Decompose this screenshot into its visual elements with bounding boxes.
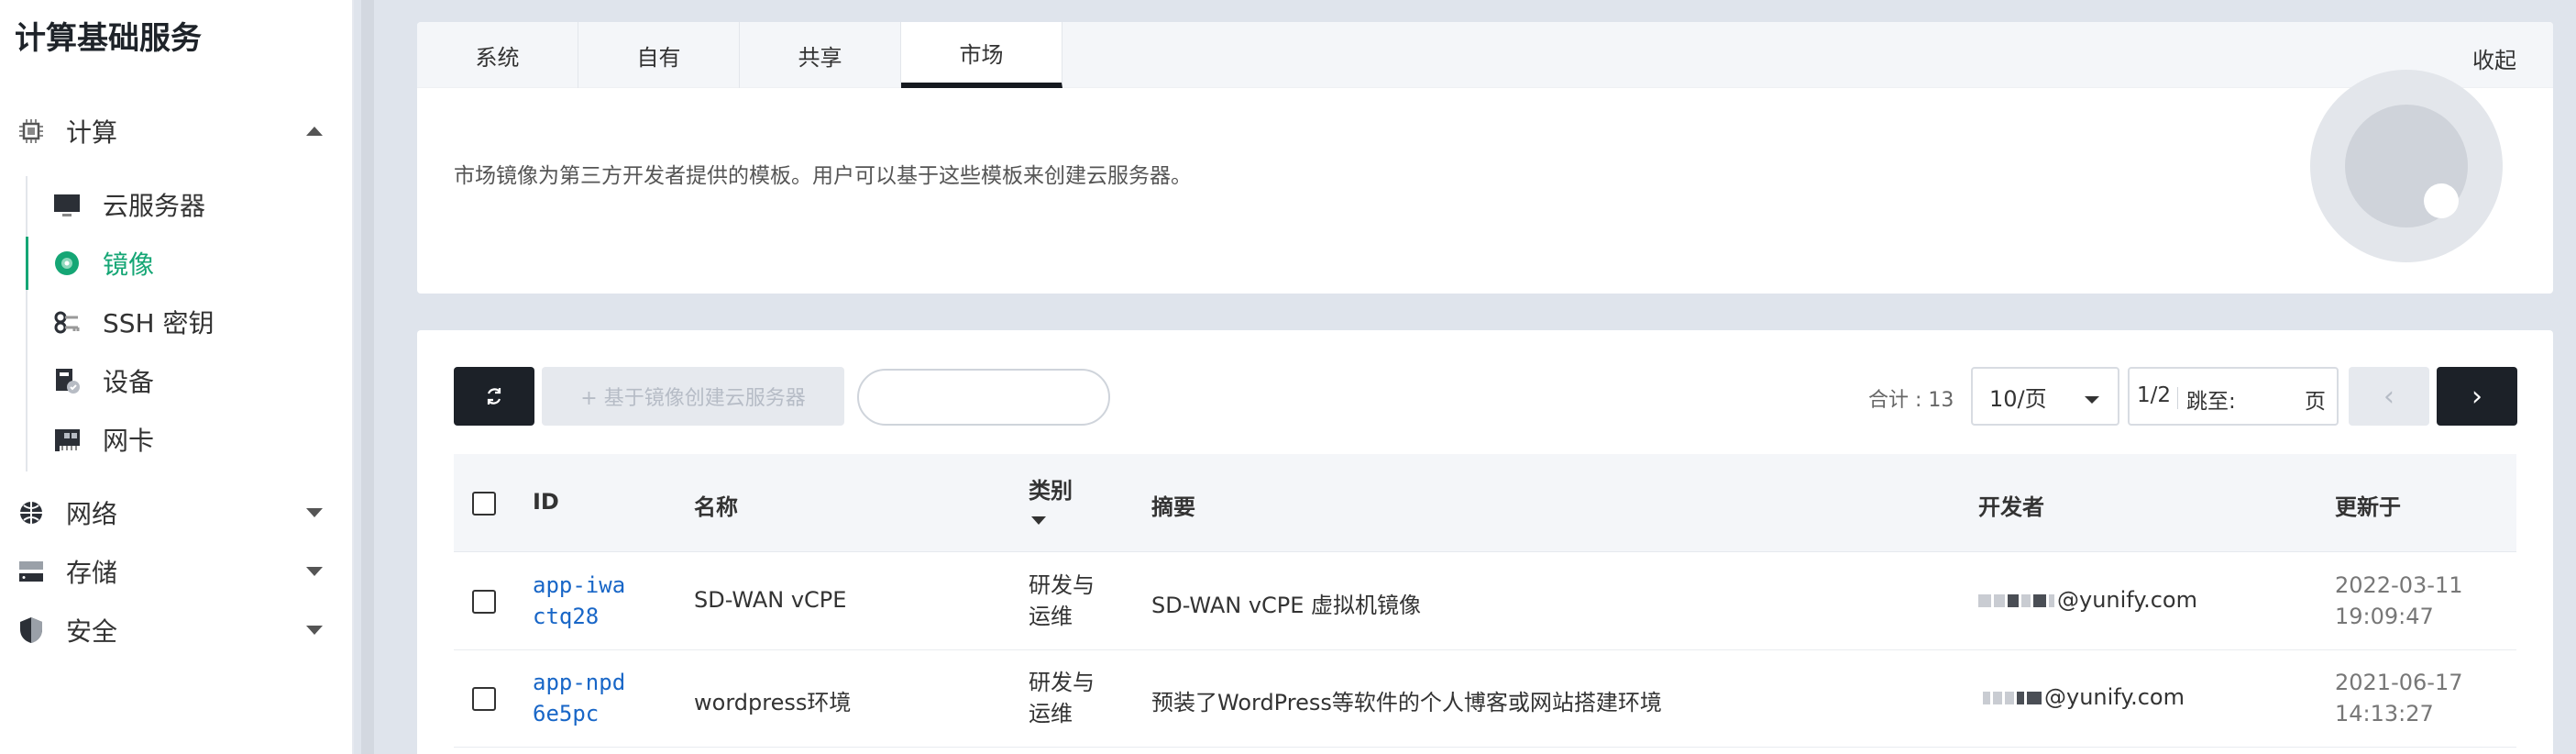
image-name: SD-WAN vCPE bbox=[694, 587, 847, 613]
prev-page-button[interactable]: ‹ bbox=[2349, 367, 2429, 426]
row-checkbox[interactable] bbox=[472, 687, 496, 711]
subnav-line bbox=[26, 176, 28, 471]
nav-group-label: 安全 bbox=[66, 616, 118, 647]
chip-icon bbox=[19, 119, 43, 143]
developer-email: @yunify.com bbox=[1983, 684, 2185, 710]
image-list-card: + 基于镜像创建云服务器 合计 : 13 10/页 1/2 跳至: 页 ‹ › … bbox=[417, 330, 2553, 754]
search-input[interactable] bbox=[857, 369, 1110, 426]
chevron-down-icon bbox=[306, 508, 323, 517]
header-category[interactable]: 类别 bbox=[1029, 472, 1073, 505]
header-name[interactable]: 名称 bbox=[694, 489, 738, 521]
developer-email: @yunify.com bbox=[1978, 587, 2197, 613]
image-id-link[interactable]: app-iwa ctq28 bbox=[533, 570, 625, 632]
nav-group-label: 存储 bbox=[66, 558, 118, 588]
disc-illustration-icon bbox=[2310, 70, 2503, 262]
tab-description: 市场镜像为第三方开发者提供的模板。用户可以基于这些模板来创建云服务器。 bbox=[454, 164, 1192, 188]
page-size-value: 10/页 bbox=[1989, 385, 2047, 412]
toolbar: + 基于镜像创建云服务器 合计 : 13 10/页 1/2 跳至: 页 ‹ › bbox=[454, 367, 2517, 427]
header-id[interactable]: ID bbox=[533, 489, 559, 515]
image-category: 研发与 运维 bbox=[1029, 670, 1095, 726]
device-icon bbox=[56, 369, 80, 394]
chevron-down-icon bbox=[2085, 396, 2099, 404]
updated-time: 2021-06-17 14:13:27 bbox=[2335, 670, 2463, 726]
sidebar-item-label: 云服务器 bbox=[103, 191, 206, 221]
subnav-active-indicator bbox=[26, 237, 28, 290]
select-all-checkbox[interactable] bbox=[472, 492, 496, 516]
table-row[interactable]: app-npd 6e5pc wordpress环境 研发与 运维 预装了Word… bbox=[454, 650, 2516, 748]
table-row[interactable]: app-iwa ctq28 SD-WAN vCPE 研发与 运维 SD-WAN … bbox=[454, 553, 2516, 650]
collapse-link[interactable]: 收起 bbox=[2472, 42, 2516, 74]
sidebar-item-label: 网卡 bbox=[103, 426, 155, 456]
sidebar-item-ssh-keys[interactable]: SSH 密钥 bbox=[51, 295, 345, 349]
nav-group-compute[interactable]: 计算 bbox=[0, 105, 354, 158]
jump-label: 跳至: bbox=[2186, 390, 2236, 414]
image-category: 研发与 运维 bbox=[1029, 572, 1095, 629]
header-summary: 摘要 bbox=[1151, 494, 1195, 520]
refresh-button[interactable] bbox=[454, 367, 534, 426]
network-card-icon bbox=[55, 429, 80, 451]
total-count: 合计 : 13 bbox=[1868, 389, 1954, 412]
chevron-down-icon bbox=[306, 567, 323, 576]
nav-group-network[interactable]: 网络 bbox=[0, 486, 354, 539]
chevron-up-icon bbox=[306, 127, 323, 136]
key-icon bbox=[54, 311, 80, 334]
sort-down-icon[interactable] bbox=[1031, 516, 1046, 525]
nav-group-storage[interactable]: 存储 bbox=[0, 545, 354, 598]
shield-icon bbox=[20, 617, 42, 643]
monitor-icon bbox=[54, 194, 80, 216]
next-page-button[interactable]: › bbox=[2437, 367, 2517, 426]
sidebar-item-nics[interactable]: 网卡 bbox=[51, 413, 345, 466]
page-indicator: 1/2 bbox=[2137, 383, 2172, 407]
nav-group-security[interactable]: 安全 bbox=[0, 604, 354, 657]
create-instance-button[interactable]: + 基于镜像创建云服务器 bbox=[542, 367, 844, 426]
image-name: wordpress环境 bbox=[694, 690, 852, 715]
image-summary: SD-WAN vCPE 虚拟机镜像 bbox=[1151, 593, 1422, 618]
nav-group-label: 计算 bbox=[66, 117, 118, 148]
header-developer: 开发者 bbox=[1978, 494, 2044, 520]
tab-self[interactable]: 自有 bbox=[578, 22, 740, 88]
image-type-card: 系统 自有 共享 市场 收起 市场镜像为第三方开发者提供的模板。用户可以基于这些… bbox=[417, 22, 2553, 294]
sidebar-title: 计算基础服务 bbox=[15, 20, 202, 57]
sidebar-item-label: SSH 密钥 bbox=[103, 308, 215, 338]
image-id-link[interactable]: app-npd 6e5pc bbox=[533, 667, 625, 729]
page-jump[interactable]: 1/2 跳至: 页 bbox=[2128, 367, 2339, 426]
image-summary: 预装了WordPress等软件的个人博客或网站搭建环境 bbox=[1151, 690, 1662, 715]
disc-icon bbox=[55, 251, 79, 275]
refresh-icon bbox=[487, 388, 501, 405]
globe-icon bbox=[20, 502, 42, 524]
table-header: ID 名称 类别 摘要 开发者 更新于 bbox=[454, 454, 2516, 552]
row-checkbox[interactable] bbox=[472, 590, 496, 614]
sidebar-item-instances[interactable]: 云服务器 bbox=[51, 178, 345, 231]
sidebar-item-label: 设备 bbox=[103, 367, 155, 397]
nav-group-label: 网络 bbox=[66, 499, 118, 529]
tab-market[interactable]: 市场 bbox=[901, 22, 1062, 88]
updated-time: 2022-03-11 19:09:47 bbox=[2335, 572, 2463, 629]
chevron-down-icon bbox=[306, 626, 323, 635]
tab-shared[interactable]: 共享 bbox=[740, 22, 901, 88]
sidebar-item-label: 镜像 bbox=[103, 249, 155, 280]
sidebar-item-devices[interactable]: 设备 bbox=[51, 354, 345, 407]
page-size-select[interactable]: 10/页 bbox=[1971, 367, 2119, 426]
sidebar: 计算基础服务 计算 云服务器 镜像 SSH 密钥 设备 网卡 网络 存储 安全 bbox=[0, 0, 354, 754]
image-tabs: 系统 自有 共享 市场 收起 bbox=[417, 22, 2553, 88]
storage-icon bbox=[19, 561, 43, 582]
header-updated[interactable]: 更新于 bbox=[2335, 489, 2401, 521]
sidebar-item-images[interactable]: 镜像 bbox=[51, 237, 345, 290]
tab-system[interactable]: 系统 bbox=[417, 22, 578, 88]
sidebar-scrollbar[interactable] bbox=[361, 0, 374, 754]
page-unit: 页 bbox=[2305, 390, 2326, 414]
